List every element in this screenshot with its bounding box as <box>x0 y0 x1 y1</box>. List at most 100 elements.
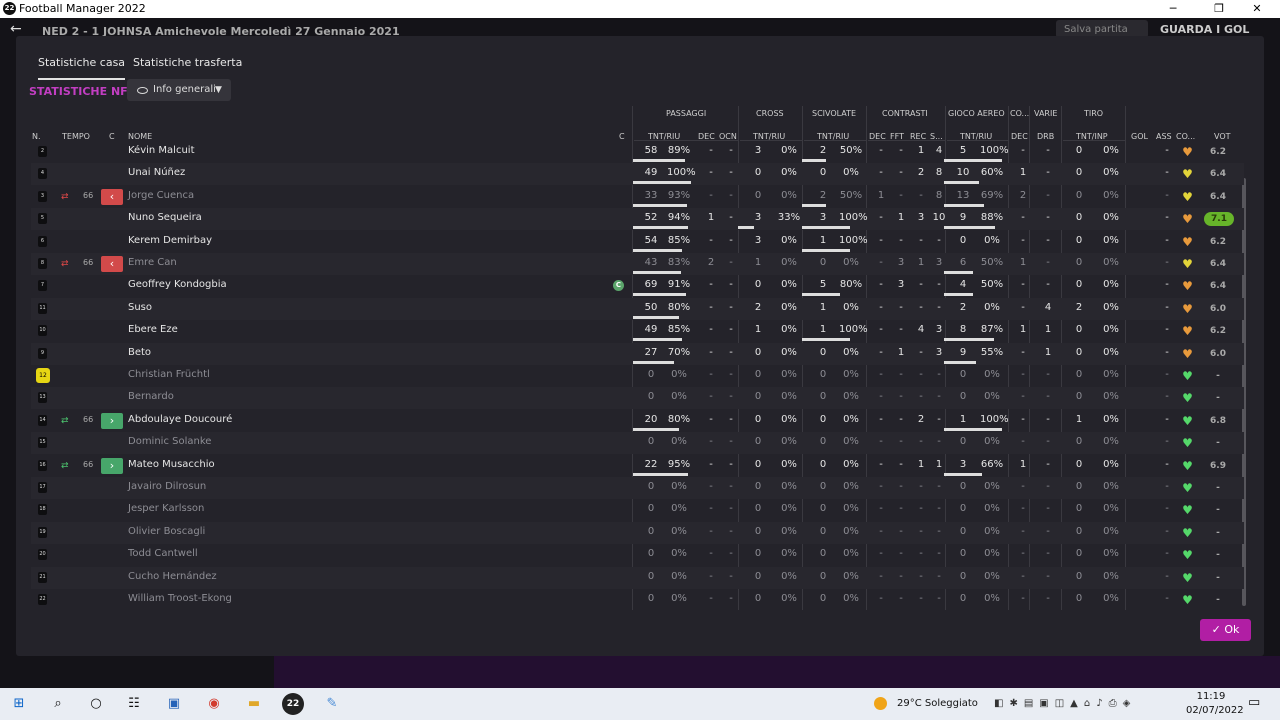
player-name[interactable]: Abdoulaye Doucouré <box>128 414 232 425</box>
player-name[interactable]: Cucho Hernández <box>128 571 217 582</box>
system-tray-icons[interactable]: ◧✱▤▣◫▲⌂♪⎙◈ <box>994 698 1136 709</box>
chrome-icon[interactable]: ◉ <box>206 696 222 712</box>
col-header-time[interactable]: TEMPO <box>62 132 90 141</box>
col-header-tackle-tnt-riu[interactable]: TNT/RIU <box>817 132 849 141</box>
player-name[interactable]: Bernardo <box>128 391 174 402</box>
col-header-dribbles[interactable]: DRB <box>1037 132 1054 141</box>
remote-desktop-icon[interactable]: ▣ <box>166 696 182 712</box>
table-row[interactable]: 4 Unai Núñez 49 100% - -0 0% 0 0% - -2 8 10 60% 1-0 0% -… <box>31 163 1244 186</box>
table-row[interactable]: 22 William Troost-Ekong 0 0% - - 0 0% 0 0% - - - - 0 0%… <box>31 589 1244 611</box>
col-header-duel-rec[interactable]: REC <box>910 132 926 141</box>
col-header-shots-tnt-inp[interactable]: TNT/INP <box>1076 132 1108 141</box>
view-dropdown[interactable]: Info generali ▼ <box>127 79 231 101</box>
dribbles: - <box>1046 481 1050 492</box>
col-header-rating[interactable]: VOT <box>1214 132 1231 141</box>
player-name[interactable]: Nuno Sequeira <box>128 212 202 223</box>
clock-time[interactable]: 11:19 <box>1196 691 1226 702</box>
search-icon[interactable]: ⌕ <box>50 696 66 712</box>
weather-text[interactable]: 29°C Soleggiato <box>897 698 978 709</box>
player-name[interactable]: Jesper Karlsson <box>128 503 204 514</box>
col-header-cross-tnt-riu[interactable]: TNT/RIU <box>753 132 785 141</box>
table-row[interactable]: 10 Ebere Eze 49 85% - -1 0% 1 100% - -4 3 8 87% 1 1 0 0% -… <box>31 320 1244 342</box>
player-name[interactable]: Olivier Boscagli <box>128 526 205 537</box>
player-name[interactable]: Christian Früchtl <box>128 369 210 380</box>
table-row[interactable]: 9 Beto 27 70% - -0 0% 0 0% -1-3 9 55% -1 0 0% - ♥ 6.0 <box>31 342 1244 365</box>
table-row[interactable]: 8 ⇄ 66 ‹ Emre Can 43 83% 2-1 0% 0 0% -3 1 3 6 50% 1-0 0% -… <box>31 253 1244 275</box>
table-row[interactable]: 2 Kévin Malcuit 58 89% - -3 0% 2 50% - -1 4 5 100% - -0… <box>31 141 1244 163</box>
close-button[interactable]: ✕ <box>1234 0 1280 18</box>
table-row[interactable]: 14 ⇄ 66 › Abdoulaye Doucouré 20 80% - -0 0% 0 0% - -2… <box>31 410 1244 432</box>
table-row[interactable]: 12 Christian Früchtl 0 0% - -0 0% 0 0% - - - -0 0% - -0… <box>31 365 1244 387</box>
assists: - <box>1165 145 1169 156</box>
table-row[interactable]: 6 Kerem Demirbay 54 85% - -3 0% 1 100% - - - -0 0% - -0… <box>31 231 1244 253</box>
ok-button[interactable]: ✓ Ok <box>1200 619 1251 641</box>
crosses-completed-pct: 0% <box>781 167 797 179</box>
subbed-on-icon[interactable]: › <box>101 457 123 474</box>
table-row[interactable]: 21 Cucho Hernández 0 0% - -0 0% 0 0% - - - -0 0% - -0 0%… <box>31 566 1244 589</box>
col-header-condition[interactable]: C <box>109 132 115 141</box>
task-view-icon[interactable]: ☷ <box>126 696 142 712</box>
table-row[interactable]: 3 ⇄ 66 ‹ Jorge Cuenca 33 93% - -0 0% 2 50% 1- -8 13 69%… <box>31 186 1244 208</box>
tab-away-stats[interactable]: Statistiche trasferta <box>133 56 242 69</box>
col-header-aerial-tnt-riu[interactable]: TNT/RIU <box>960 132 992 141</box>
table-row[interactable]: 16 ⇄ 66 › Mateo Musacchio 22 95% - -0 0% 0 0% - -1 1 3 6… <box>31 455 1244 477</box>
player-name[interactable]: William Troost-Ekong <box>128 593 232 604</box>
notification-icon[interactable]: ▭ <box>1248 695 1260 710</box>
col-header-duel-s[interactable]: S... <box>930 132 943 141</box>
table-row[interactable]: 18 Jesper Karlsson 0 0% - -0 0% 0 0% - - - -0 0% - -0 0%… <box>31 499 1244 521</box>
windows-icon[interactable]: ⊞ <box>11 696 27 712</box>
player-name[interactable]: Todd Cantwell <box>128 548 198 559</box>
player-name[interactable]: Beto <box>128 347 151 358</box>
player-name[interactable]: Kévin Malcuit <box>128 145 195 156</box>
subbed-on-icon[interactable]: › <box>101 412 123 429</box>
col-header-number[interactable]: N. <box>32 132 41 141</box>
file-explorer-icon[interactable]: ▬ <box>246 696 262 712</box>
shirt-number-icon: 21 <box>38 571 47 583</box>
watch-goals-button[interactable]: GUARDA I GOL <box>1160 23 1249 36</box>
col-header-aerial-dec[interactable]: DEC <box>1011 132 1028 141</box>
col-header-pass-tnt-riu[interactable]: TNT/RIU <box>648 132 680 141</box>
col-header-pass-ocn[interactable]: OCN <box>719 132 737 141</box>
clock-date[interactable]: 02/07/2022 <box>1186 705 1244 716</box>
col-header-duel-fft[interactable]: FFT <box>890 132 904 141</box>
player-name[interactable]: Dominic Solanke <box>128 436 211 447</box>
table-row[interactable]: 19 Olivier Boscagli 0 0% - -0 0% 0 0% - - - -0 0% - -0 0… <box>31 521 1244 544</box>
minimize-button[interactable]: ─ <box>1150 0 1196 18</box>
back-arrow-icon[interactable]: ← <box>10 21 22 37</box>
col-header-duel-dec[interactable]: DEC <box>869 132 886 141</box>
col-header-name[interactable]: NOME <box>128 132 152 141</box>
table-row[interactable]: 15 Dominic Solanke 0 0% - -0 0% 0 0% - - - -0 0% - -0 0%… <box>31 432 1244 455</box>
player-name[interactable]: Ebere Eze <box>128 324 178 335</box>
subbed-off-icon[interactable]: ‹ <box>101 256 123 272</box>
cortana-icon[interactable]: ○ <box>88 696 104 712</box>
football-manager-icon[interactable]: 22 <box>282 693 304 715</box>
player-name[interactable]: Unai Núñez <box>128 167 185 178</box>
table-row[interactable]: 17 Javairo Dilrosun 0 0% - -0 0% 0 0% - - - -0 0% - -0 0… <box>31 477 1244 499</box>
col-header-goals[interactable]: GOL <box>1131 132 1148 141</box>
col-header-condition-heart[interactable]: CO... <box>1176 132 1195 141</box>
player-name[interactable]: Emre Can <box>128 257 177 268</box>
tab-home-stats[interactable]: Statistiche casa <box>38 56 126 80</box>
paint-icon[interactable]: ✎ <box>324 696 340 712</box>
player-name[interactable]: Mateo Musacchio <box>128 459 215 470</box>
chances-created: - <box>729 301 733 313</box>
player-name[interactable]: Jorge Cuenca <box>128 190 194 201</box>
condition-heart-icon: ♥ <box>1182 167 1193 182</box>
passes-completed-pct: 0% <box>671 525 687 537</box>
tackles-attempted: 0 <box>819 167 827 179</box>
subbed-off-icon[interactable]: ‹ <box>101 188 123 205</box>
col-header-pass-dec[interactable]: DEC <box>698 132 715 141</box>
player-name[interactable]: Javairo Dilrosun <box>128 481 206 492</box>
table-row[interactable]: 7 Geoffrey Kondogbia C 69 91% - -0 0% 5 80% -3- -4 5… <box>31 275 1244 297</box>
table-row[interactable]: 13 Bernardo 0 0% - -0 0% 0 0% - - - -0 0% - -0 0% - ♥ - <box>31 387 1244 410</box>
col-header-assists[interactable]: ASS <box>1156 132 1172 141</box>
table-row[interactable]: 5 Nuno Sequeira 52 94% 1-3 33% 3 100% -1 3 10 9 88% -… <box>31 208 1244 231</box>
col-header-captain[interactable]: C <box>619 132 625 141</box>
player-name[interactable]: Suso <box>128 302 152 313</box>
table-row[interactable]: 20 Todd Cantwell 0 0% - -0 0% 0 0% - - - -0 0% - -0 0% - ♥… <box>31 544 1244 566</box>
player-name[interactable]: Kerem Demirbay <box>128 235 212 246</box>
interceptions: - <box>937 481 941 492</box>
table-row[interactable]: 11 Suso 50 80% - -2 0% 1 0% - - - -2 0% -4 2 0% - ♥ 6.0 <box>31 297 1244 320</box>
substitution-minute: 66 <box>83 459 94 469</box>
player-name[interactable]: Geoffrey Kondogbia <box>128 279 227 290</box>
